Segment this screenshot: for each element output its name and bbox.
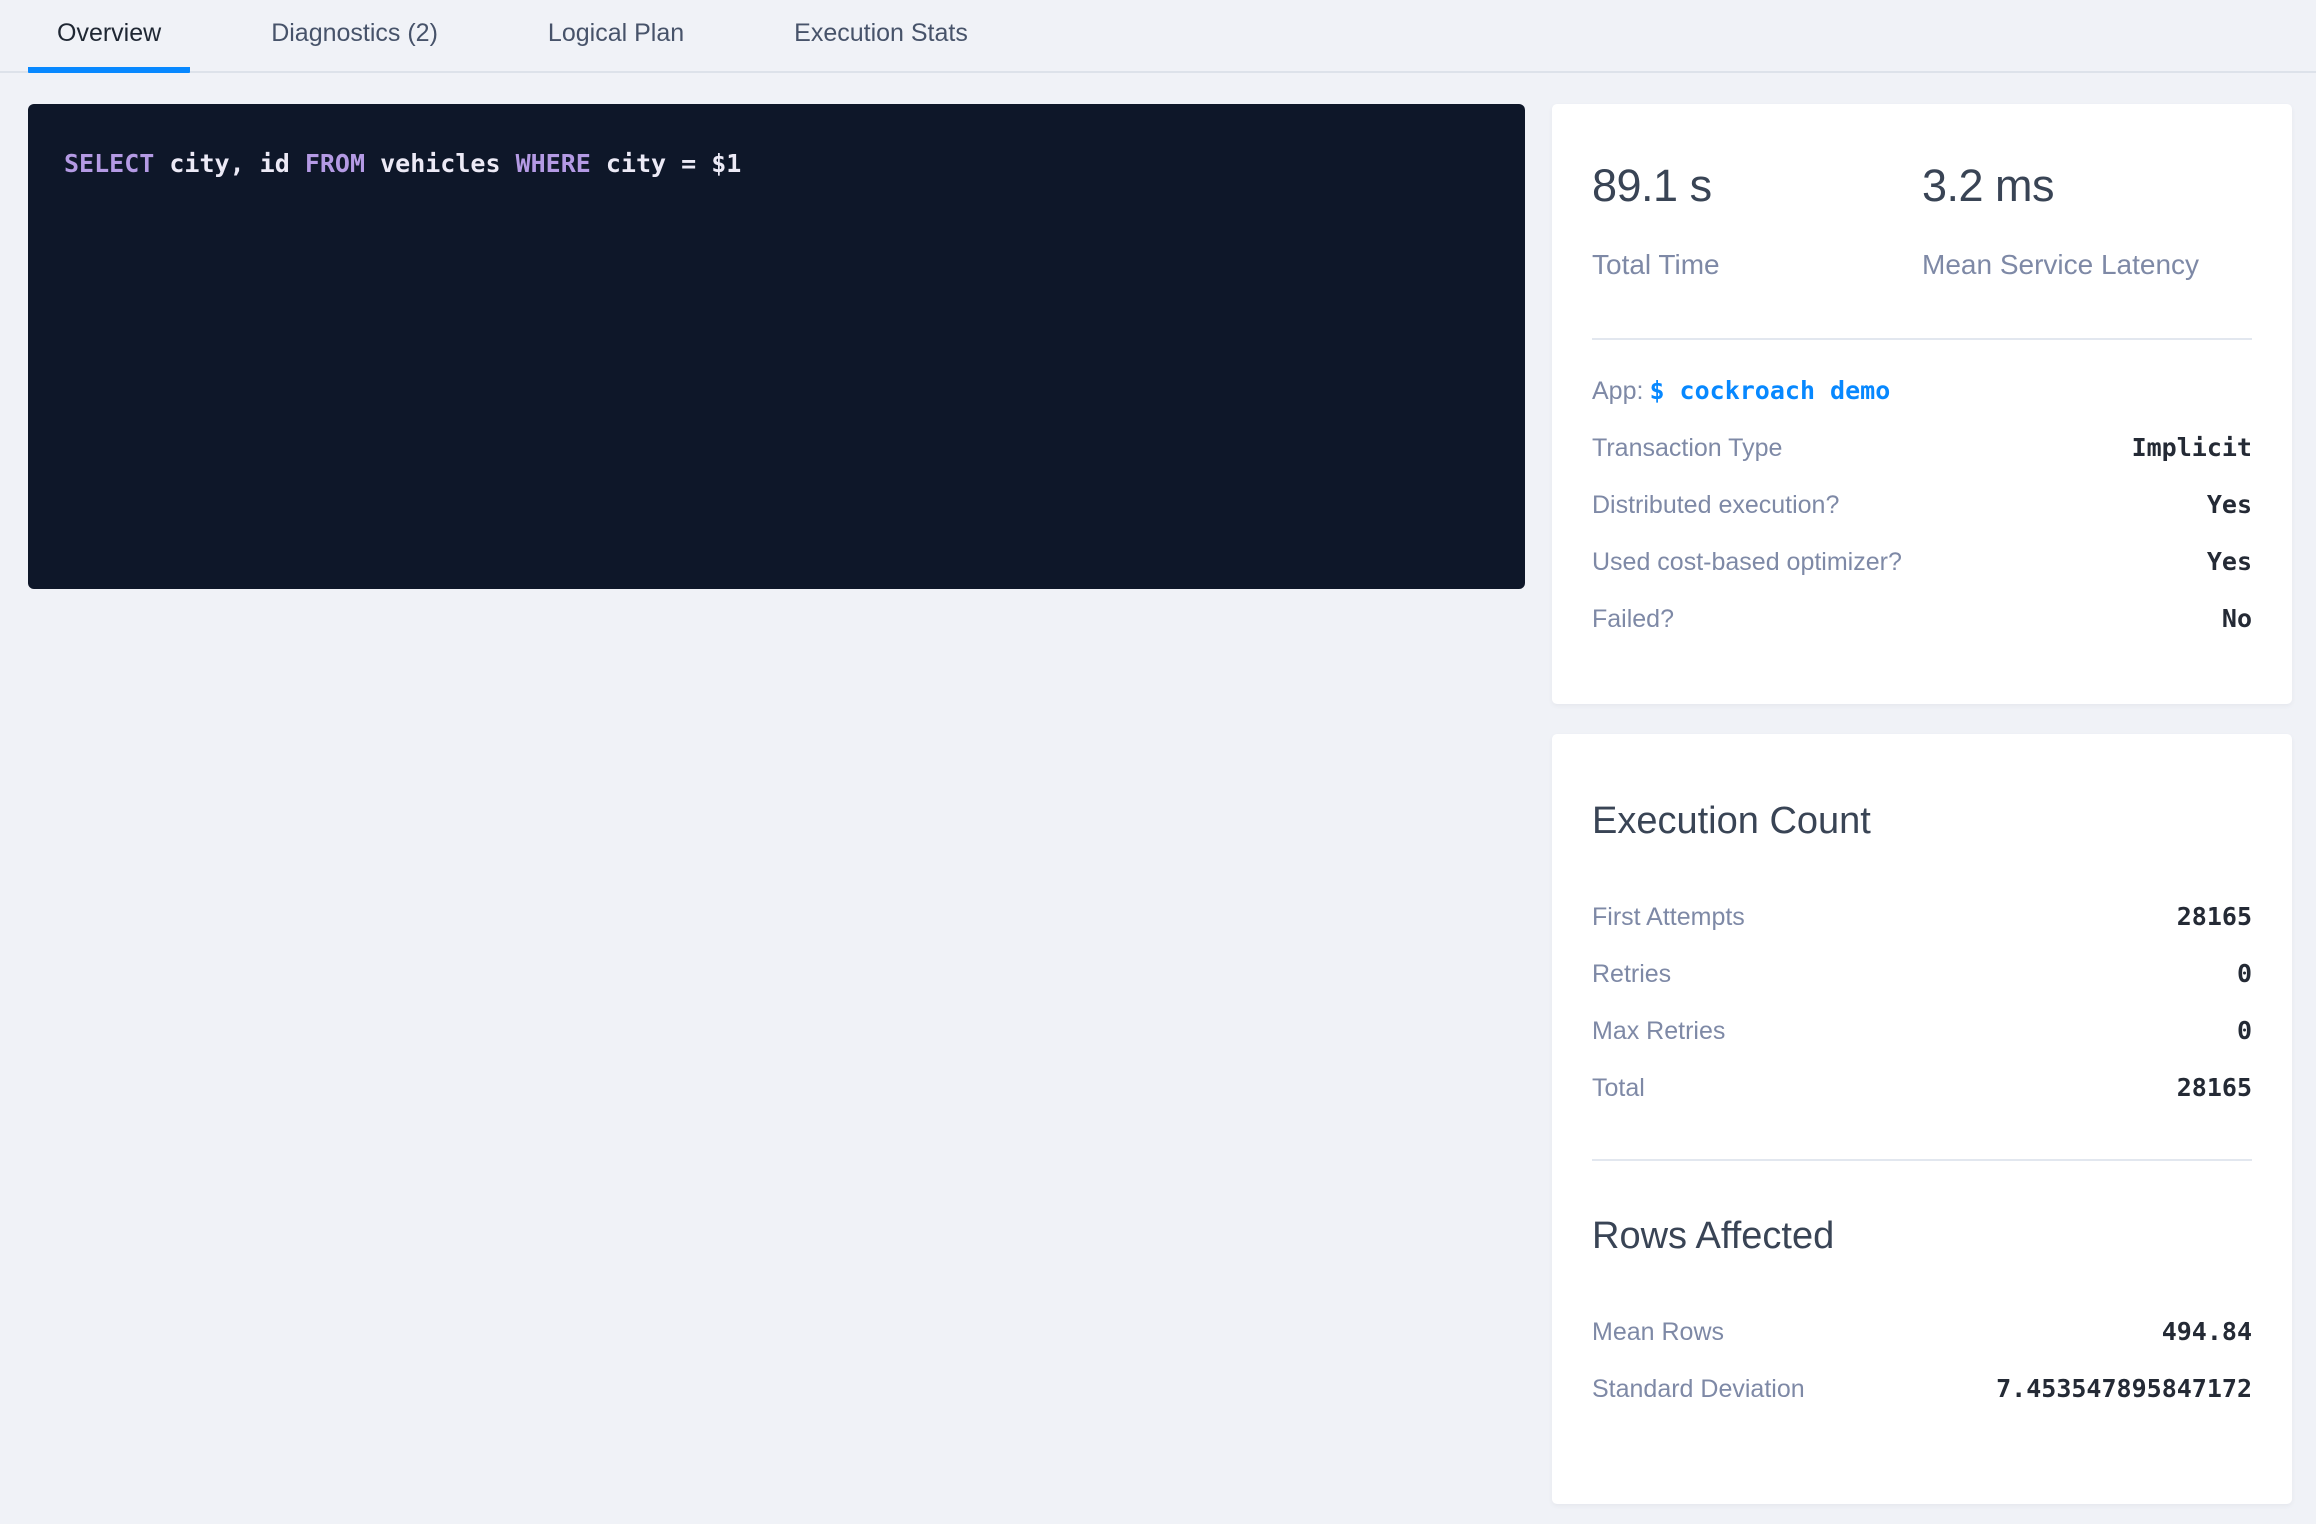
row-value: 0 [2237,959,2252,989]
headline-stats: 89.1 s Total Time 3.2 ms Mean Service La… [1592,160,2252,282]
row-label: Distributed execution? [1592,490,1839,520]
sql-keyword: FROM [305,149,365,178]
summary-card: 89.1 s Total Time 3.2 ms Mean Service La… [1552,104,2292,704]
sql-text: city = $1 [591,149,742,178]
mean-service-latency-value: 3.2 ms [1922,160,2252,212]
row-retries: Retries 0 [1592,959,2252,989]
row-value: Implicit [2132,433,2252,463]
rows-affected-rows: Mean Rows 494.84 Standard Deviation 7.45… [1592,1317,2252,1404]
row-mean-rows: Mean Rows 494.84 [1592,1317,2252,1347]
row-label: Transaction Type [1592,433,1782,463]
row-standard-deviation: Standard Deviation 7.453547895847172 [1592,1374,2252,1404]
row-label: Failed? [1592,604,1674,634]
row-value: 494.84 [2162,1317,2252,1347]
execution-details-card: Execution Count First Attempts 28165 Ret… [1552,734,2292,1504]
row-label: Total [1592,1073,1645,1103]
app-link[interactable]: $ cockroach demo [1649,376,1890,405]
tab-diagnostics-label: Diagnostics (2) [271,19,438,48]
sql-text: vehicles [365,149,516,178]
tab-logical-plan[interactable]: Logical Plan [519,0,713,73]
row-first-attempts: First Attempts 28165 [1592,902,2252,932]
tab-overview-label: Overview [57,19,161,48]
stat-total-time: 89.1 s Total Time [1592,160,1922,282]
row-label: First Attempts [1592,902,1745,932]
total-time-value: 89.1 s [1592,160,1922,212]
row-value: 28165 [2177,1073,2252,1103]
row-value: 7.453547895847172 [1996,1374,2252,1404]
row-label: Max Retries [1592,1016,1725,1046]
tab-diagnostics[interactable]: Diagnostics (2) [242,0,467,73]
row-value: 28165 [2177,902,2252,932]
sql-keyword: WHERE [516,149,591,178]
tab-overview[interactable]: Overview [28,0,190,73]
row-failed: Failed? No [1592,604,2252,634]
summary-divider [1592,338,2252,340]
sql-statement-text: SELECT city, id FROM vehicles WHERE city… [64,149,741,178]
row-value: No [2222,604,2252,634]
execution-count-rows: First Attempts 28165 Retries 0 Max Retri… [1592,902,2252,1103]
mean-service-latency-label: Mean Service Latency [1922,248,2252,282]
row-value: Yes [2207,490,2252,520]
stats-sidebar: 89.1 s Total Time 3.2 ms Mean Service La… [1552,104,2292,1504]
row-label: Standard Deviation [1592,1374,1805,1404]
tab-bar: Overview Diagnostics (2) Logical Plan Ex… [0,0,2316,73]
row-cost-based-optimizer: Used cost-based optimizer? Yes [1592,547,2252,577]
summary-attribute-rows: Transaction Type Implicit Distributed ex… [1592,433,2252,634]
row-max-retries: Max Retries 0 [1592,1016,2252,1046]
sql-text: city, id [154,149,305,178]
content-area: SELECT city, id FROM vehicles WHERE city… [0,73,2316,1504]
row-label: Retries [1592,959,1671,989]
tab-execution-stats[interactable]: Execution Stats [765,0,997,73]
tab-execution-stats-label: Execution Stats [794,19,968,48]
rows-affected-title: Rows Affected [1592,1213,2252,1259]
sql-keyword: SELECT [64,149,154,178]
row-transaction-type: Transaction Type Implicit [1592,433,2252,463]
sql-statement-box: SELECT city, id FROM vehicles WHERE city… [28,104,1525,589]
execution-details-divider [1592,1159,2252,1161]
row-total: Total 28165 [1592,1073,2252,1103]
row-distributed-execution: Distributed execution? Yes [1592,490,2252,520]
row-label: Mean Rows [1592,1317,1724,1347]
row-value: Yes [2207,547,2252,577]
app-label: App: [1592,377,1643,405]
row-value: 0 [2237,1016,2252,1046]
stat-mean-service-latency: 3.2 ms Mean Service Latency [1922,160,2252,282]
tab-logical-plan-label: Logical Plan [548,19,684,48]
execution-count-title: Execution Count [1592,798,2252,844]
total-time-label: Total Time [1592,248,1922,282]
row-label: Used cost-based optimizer? [1592,547,1902,577]
statement-details-page: Overview Diagnostics (2) Logical Plan Ex… [0,0,2316,1524]
app-row: App:$ cockroach demo [1592,376,2252,406]
